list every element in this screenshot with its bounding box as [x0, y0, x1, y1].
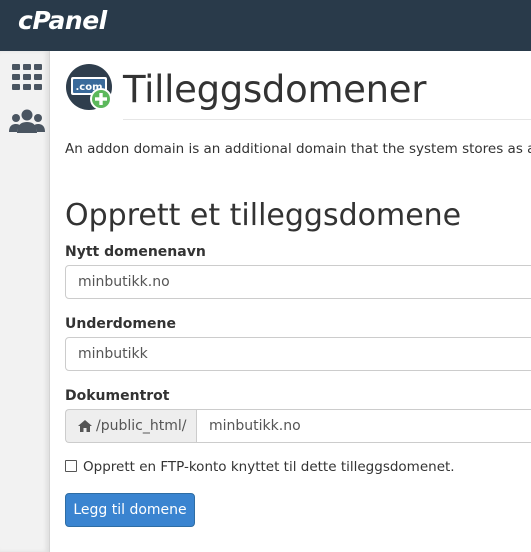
subdomain-label: Underdomene [65, 316, 176, 332]
new-domain-input[interactable]: minbutikk.no [65, 265, 531, 299]
ftp-account-option[interactable]: Opprett en FTP-konto knyttet til dette t… [65, 459, 455, 475]
title-divider [123, 119, 531, 120]
page-title: Tilleggsdomener [123, 68, 427, 111]
document-root-label: Dokumentrot [65, 388, 170, 404]
users-icon[interactable] [0, 103, 50, 143]
document-root-prefix-text: /public_html/ [96, 418, 187, 434]
home-icon [78, 420, 92, 432]
page-description: An addon domain is an additional domain … [65, 141, 531, 157]
left-sidebar [0, 51, 50, 552]
top-navbar: cPanel [0, 0, 531, 51]
com-domain-add-icon: .com [65, 63, 113, 111]
subdomain-input[interactable]: minbutikk [65, 337, 531, 371]
new-domain-label: Nytt domenenavn [65, 244, 206, 260]
ftp-account-checkbox[interactable] [65, 460, 77, 472]
document-root-prefix: /public_html/ [65, 409, 197, 443]
ftp-account-checkbox-label[interactable]: Opprett en FTP-konto knyttet til dette t… [83, 459, 455, 475]
section-title: Opprett et tilleggsdomene [65, 198, 462, 233]
document-root-input[interactable]: minbutikk.no [196, 409, 531, 443]
cpanel-logo[interactable]: cPanel [18, 6, 107, 35]
grid-icon[interactable] [0, 56, 50, 96]
add-domain-button[interactable]: Legg til domene [65, 493, 195, 527]
